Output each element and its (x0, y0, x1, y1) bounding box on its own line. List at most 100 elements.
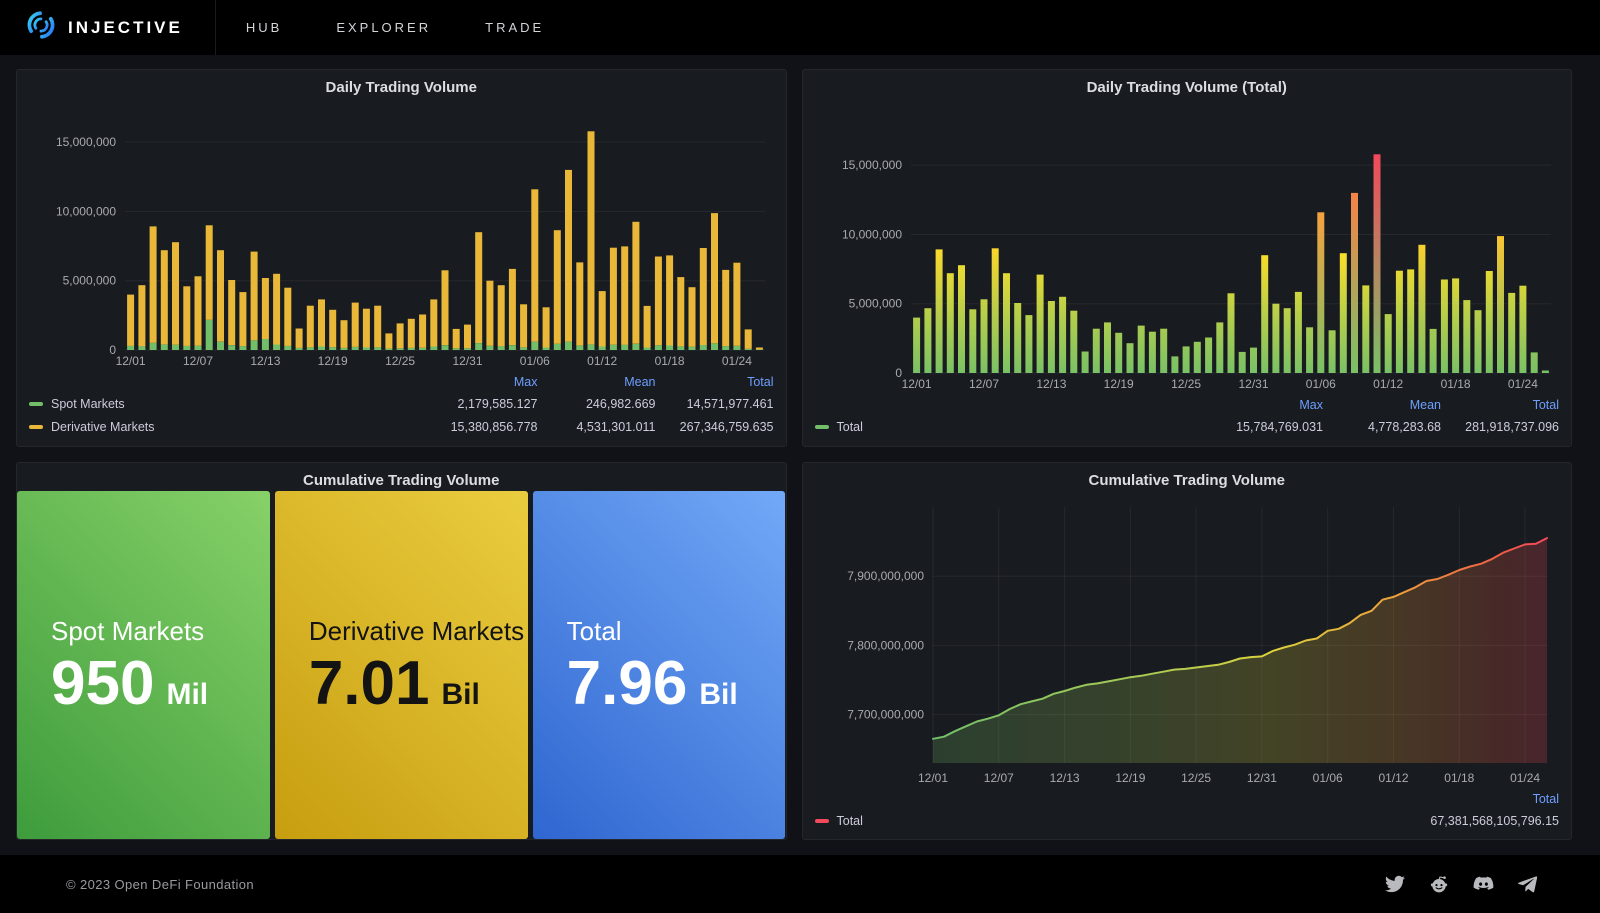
legend-sort-max[interactable]: Max (420, 375, 538, 389)
legend-daily-total: Max Mean Total Total 15,784,769.031 4,77… (803, 393, 1572, 446)
panel-cumulative-chart: Cumulative Trading Volume 7,700,000,000 7… (801, 462, 1572, 840)
legend-header-row: Max Mean Total (815, 395, 1559, 415)
svg-text:01/12: 01/12 (1373, 377, 1403, 391)
legend-value-total: 67,381,568,105,796.15 (1430, 813, 1559, 828)
legend-value-max: 2,179,585.127 (457, 396, 538, 411)
daily-volume-bar-chart-svg: 05,000,00010,000,00015,000,00012/01 12/07… (56, 131, 766, 368)
panel-daily-trading-volume: Daily Trading Volume 0 5,000,000 10,000,00… (16, 69, 787, 447)
svg-text:12/07: 12/07 (984, 771, 1014, 785)
nav-item-hub[interactable]: HUB (246, 20, 282, 35)
svg-text:12/01: 12/01 (901, 377, 931, 391)
svg-text:12/19: 12/19 (1103, 377, 1133, 391)
legend-sort-total[interactable]: Total (656, 375, 773, 389)
svg-text:12/19: 12/19 (1115, 771, 1145, 785)
panel-title: Cumulative Trading Volume (1088, 472, 1285, 489)
legend-sort-total[interactable]: Total (1441, 398, 1559, 412)
svg-text:12/13: 12/13 (1049, 771, 1079, 785)
legend-value-mean: 4,531,301.011 (576, 419, 656, 434)
top-nav: INJECTIVE HUB EXPLORER TRADE (0, 0, 1600, 55)
svg-text:01/18: 01/18 (1444, 771, 1474, 785)
legend-sort-total[interactable]: Total (1319, 792, 1559, 806)
legend-row-total: Total 15,784,769.031 4,778,283.68 281,91… (814, 415, 1559, 438)
panel-cumulative-stats: Cumulative Trading Volume Spot Markets 9… (16, 462, 787, 840)
legend-sort-mean[interactable]: Mean (1323, 398, 1441, 412)
discord-icon[interactable] (1473, 874, 1494, 895)
svg-text:7,800,000,000: 7,800,000,000 (847, 638, 924, 652)
stat-value: 7.96 (566, 648, 688, 718)
svg-text:12/31: 12/31 (453, 354, 483, 368)
daily-total-bar-chart[interactable]: 0 5,000,000 10,000,000 15,000,000 12/01 12/07… (803, 98, 1572, 393)
svg-text:5,000,000: 5,000,000 (63, 274, 117, 288)
stat-label: Total (566, 615, 622, 646)
svg-text:12/19: 12/19 (318, 354, 348, 368)
legend-sort-max[interactable]: Max (1205, 398, 1323, 412)
legend-value-total: 267,346,759.635 (679, 419, 774, 434)
legend-value-max: 15,380,856.778 (450, 419, 538, 434)
stat-cards: Spot Markets 950 Mil Derivative Markets … (17, 491, 786, 839)
svg-text:12/25: 12/25 (1181, 771, 1211, 785)
legend-row-spot-markets: Spot Markets 2,179,585.127 246,982.669 1… (29, 392, 774, 415)
svg-text:01/24: 01/24 (722, 354, 752, 368)
legend-sort-mean[interactable]: Mean (538, 375, 655, 389)
svg-text:01/12: 01/12 (1378, 771, 1408, 785)
svg-text:12/01: 12/01 (918, 771, 948, 785)
svg-text:15,000,000: 15,000,000 (842, 158, 902, 172)
legend-value-max: 15,784,769.031 (1236, 419, 1323, 434)
reddit-icon[interactable] (1429, 874, 1449, 894)
telegram-icon[interactable] (1518, 874, 1538, 894)
stat-unit: Bil (699, 677, 738, 711)
twitter-icon[interactable] (1385, 874, 1405, 894)
panel-title: Cumulative Trading Volume (303, 472, 500, 489)
series-label-spot[interactable]: Spot Markets (51, 397, 125, 411)
legend-value-mean: 4,778,283.68 (1368, 419, 1441, 434)
brand-title: INJECTIVE (68, 17, 183, 37)
brand-link[interactable]: INJECTIVE (0, 0, 216, 55)
series-label-total[interactable]: Total (837, 420, 863, 434)
svg-text:10,000,000: 10,000,000 (842, 227, 902, 241)
legend-cumulative: Total Total 67,381,568,105,796.15 (803, 787, 1572, 839)
panel-daily-trading-volume-total: Daily Trading Volume (Total) 0 5,000,000 1… (801, 69, 1572, 447)
svg-text:7,700,000,000: 7,700,000,000 (847, 708, 924, 722)
svg-text:12/25: 12/25 (1171, 377, 1201, 391)
total-series-marker-icon (814, 424, 829, 429)
legend-daily: Max Mean Total Spot Markets 2,179,585.12… (17, 370, 786, 446)
stat-unit: Mil (166, 677, 209, 711)
nav-item-trade[interactable]: TRADE (485, 20, 544, 35)
stat-card-total: Total 7.96 Bil (532, 491, 786, 839)
svg-text:12/31: 12/31 (1238, 377, 1268, 391)
stat-label: Derivative Markets (308, 615, 525, 646)
svg-text:10,000,000: 10,000,000 (56, 204, 116, 218)
main-nav: HUB EXPLORER TRADE (246, 20, 544, 35)
svg-text:01/12: 01/12 (587, 354, 617, 368)
stat-card-spot-markets: Spot Markets 950 Mil (17, 491, 270, 839)
panel-title: Daily Trading Volume (325, 79, 477, 96)
legend-value-mean: 246,982.669 (585, 396, 656, 411)
social-links (1385, 874, 1538, 895)
series-label-derivative[interactable]: Derivative Markets (51, 420, 155, 434)
dashboard-grid: Daily Trading Volume 0 5,000,000 10,000,00… (0, 55, 1600, 855)
svg-text:01/06: 01/06 (520, 354, 550, 368)
legend-header-row: Total (815, 789, 1559, 809)
legend-value-total: 14,571,977.461 (686, 396, 774, 411)
svg-text:01/24: 01/24 (1508, 377, 1538, 391)
cumulative-line-chart-svg: 7,700,000,000 7,800,000,000 7,900,000,000 1… (847, 507, 1548, 785)
svg-text:01/24: 01/24 (1510, 771, 1540, 785)
daily-volume-bar-chart[interactable]: 0 5,000,000 10,000,000 15,000,000 12/01 12/07… (17, 98, 786, 370)
svg-text:15,000,000: 15,000,000 (56, 135, 116, 149)
stat-label: Spot Markets (51, 615, 205, 646)
svg-text:01/18: 01/18 (655, 354, 685, 368)
spot-series-marker-icon (29, 401, 43, 406)
footer: © 2023 Open DeFi Foundation (0, 855, 1600, 913)
cumulative-line-chart[interactable]: 7,700,000,000 7,800,000,000 7,900,000,000 1… (803, 491, 1572, 787)
legend-row-derivative-markets: Derivative Markets 15,380,856.778 4,531,… (29, 415, 774, 438)
series-label-total[interactable]: Total (837, 814, 863, 828)
svg-text:01/06: 01/06 (1306, 377, 1336, 391)
panel-title: Daily Trading Volume (Total) (1086, 79, 1287, 96)
svg-text:12/01: 12/01 (116, 354, 146, 368)
legend-header-row: Max Mean Total (29, 372, 774, 392)
nav-item-explorer[interactable]: EXPLORER (336, 20, 431, 35)
svg-text:12/31: 12/31 (1247, 771, 1277, 785)
svg-text:12/13: 12/13 (1036, 377, 1066, 391)
copyright-text: © 2023 Open DeFi Foundation (66, 876, 255, 892)
injective-logo-icon (26, 10, 56, 45)
